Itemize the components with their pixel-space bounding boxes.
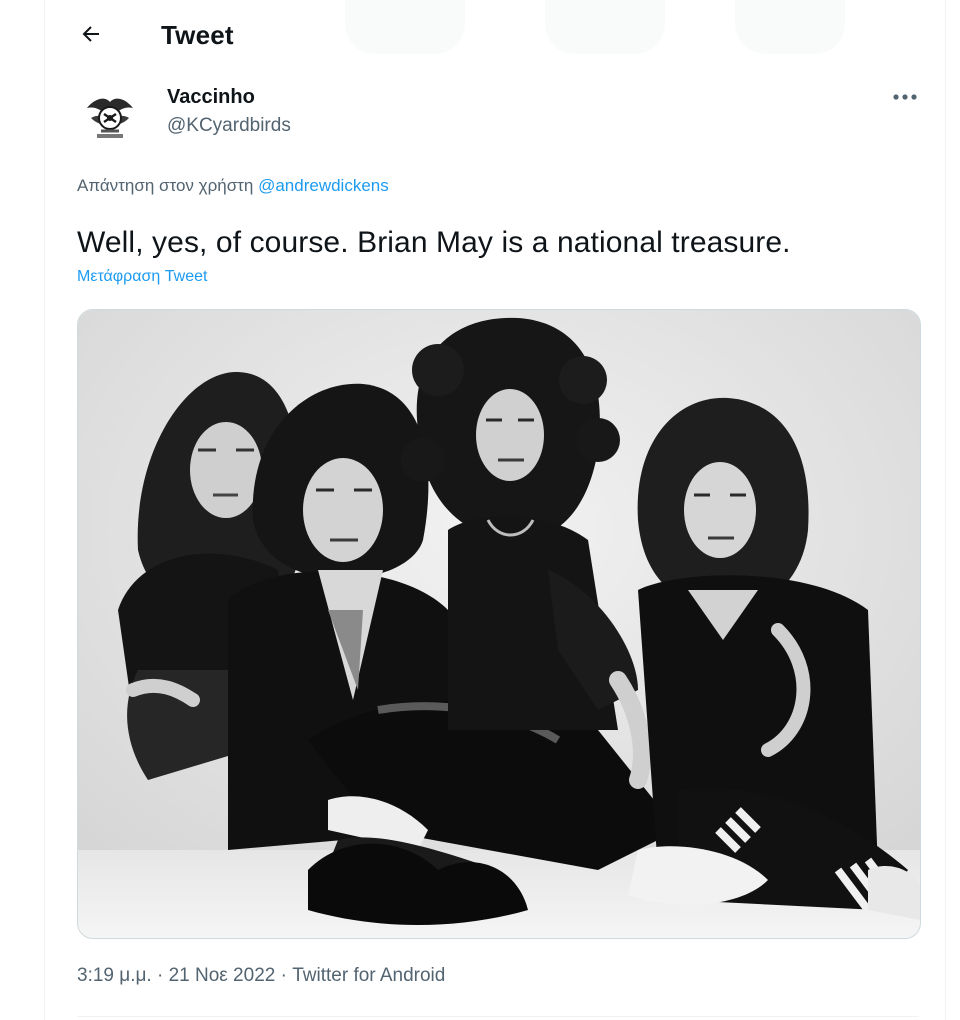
tweet-time-link[interactable]: 3:19 μ.μ. <box>77 965 152 986</box>
translate-tweet-link[interactable]: Μετάφραση Tweet <box>77 268 207 286</box>
more-options-button[interactable] <box>887 84 923 110</box>
top-bar: Tweet <box>45 0 945 70</box>
divider <box>77 1016 919 1017</box>
avatar[interactable] <box>77 84 143 150</box>
tweet-page: Tweet Vaccinho @KCyardbirds Απάντηση στο… <box>44 0 946 1020</box>
tweet-media-photo[interactable] <box>77 309 921 939</box>
tweet-date-link[interactable]: 21 Νοε 2022 <box>169 965 276 986</box>
band-photo-image <box>78 310 920 938</box>
reply-prefix: Απάντηση στον χρήστη <box>77 176 254 195</box>
tweet-text: Well, yes, of course. Brian May is a nat… <box>77 226 791 259</box>
reply-context: Απάντηση στον χρήστη @andrewdickens <box>77 176 389 196</box>
author-display-name[interactable]: Vaccinho <box>167 86 255 109</box>
page-title: Tweet <box>161 20 234 50</box>
meta-separator: · <box>280 965 287 986</box>
tweet-meta: 3:19 μ.μ. · 21 Νοε 2022 · Twitter for An… <box>77 965 445 987</box>
arrow-left-icon <box>79 22 103 51</box>
back-button[interactable] <box>73 18 109 54</box>
tweet-source-link[interactable]: Twitter for Android <box>292 965 445 986</box>
more-horizontal-icon <box>892 88 918 106</box>
meta-separator: · <box>157 965 164 986</box>
reply-mention-link[interactable]: @andrewdickens <box>258 176 389 195</box>
yardbirds-crest-icon <box>77 84 143 150</box>
author-handle[interactable]: @KCyardbirds <box>167 115 291 137</box>
